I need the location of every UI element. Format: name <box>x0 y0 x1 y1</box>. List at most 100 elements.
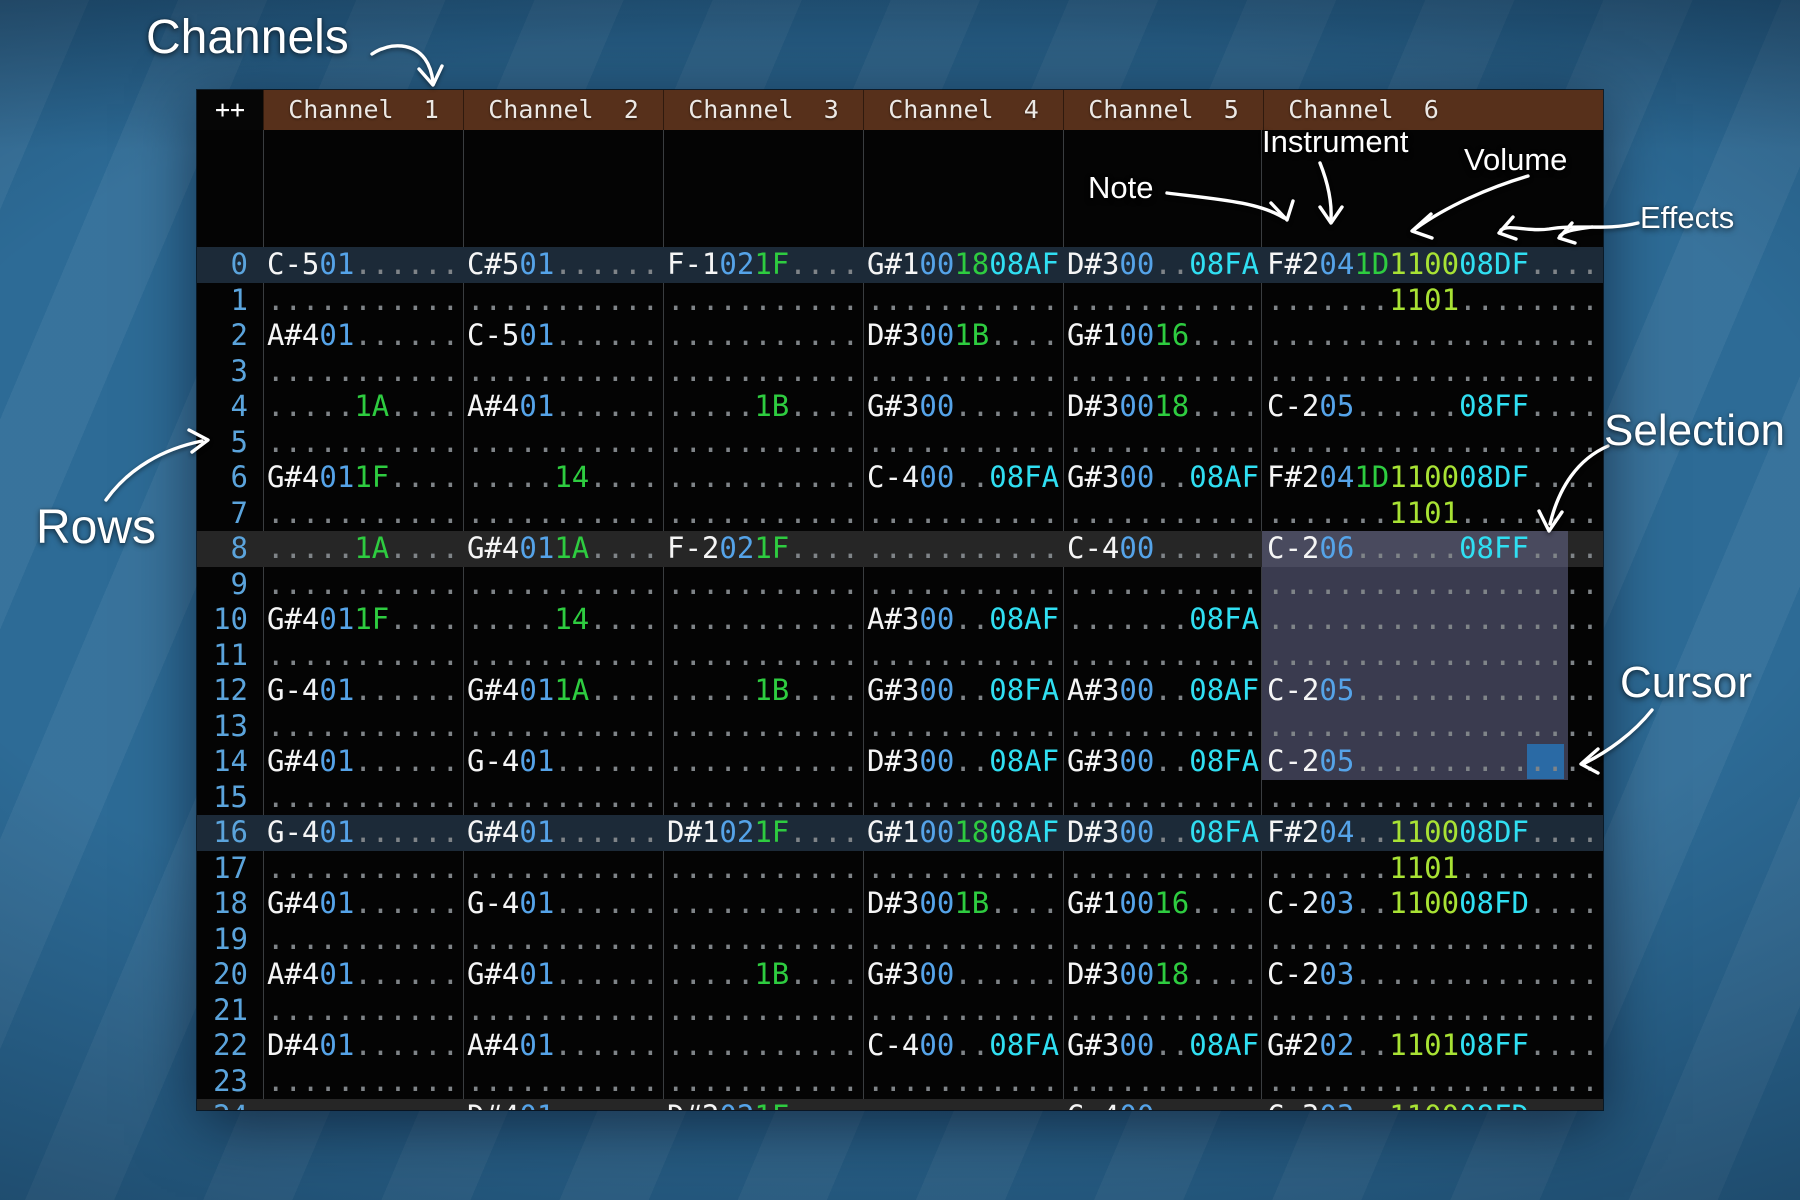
pattern-cell[interactable]: ........... <box>263 354 463 390</box>
pattern-cell[interactable]: D#30018.... <box>1063 957 1263 993</box>
pattern-row[interactable]: 16G-401......G#401......D#1021F....G#100… <box>197 815 1603 851</box>
pattern-cell[interactable]: ................... <box>1263 318 1603 354</box>
pattern-cell[interactable]: .......1101........ <box>1263 283 1603 319</box>
pattern-cell[interactable]: ........... <box>263 780 463 816</box>
pattern-cell[interactable]: D#300..08AF <box>863 744 1063 780</box>
pattern-cell[interactable]: ........... <box>663 354 863 390</box>
pattern-cell[interactable]: ........... <box>1063 922 1263 958</box>
pattern-cell[interactable]: ........... <box>663 993 863 1029</box>
pattern-cell[interactable]: G-401...... <box>463 744 663 780</box>
pattern-cell[interactable]: G#300...... <box>863 957 1063 993</box>
pattern-cell[interactable]: ........... <box>263 851 463 887</box>
pattern-cell[interactable]: ........... <box>663 425 863 461</box>
pattern-cell[interactable]: ........... <box>263 922 463 958</box>
pattern-row[interactable]: 20A#401......G#401...........1B....G#300… <box>197 957 1603 993</box>
pattern-cell[interactable]: G#4011A.... <box>463 673 663 709</box>
pattern-cell[interactable]: C-206......08FF.... <box>1263 531 1603 567</box>
pattern-cell[interactable]: G#202..110108FF.... <box>1263 1028 1603 1064</box>
pattern-cell[interactable]: ........... <box>463 496 663 532</box>
pattern-cell[interactable]: G#401...... <box>463 957 663 993</box>
pattern-cell[interactable]: C#501...... <box>463 247 663 283</box>
pattern-cell[interactable]: ........... <box>463 567 663 603</box>
pattern-cell[interactable]: C-501...... <box>263 247 463 283</box>
pattern-cell[interactable]: G#401...... <box>263 886 463 922</box>
channel-header-1[interactable]: Channel 1 <box>263 90 463 130</box>
pattern-row[interactable]: 8.....1A....G#4011A....F-2021F..........… <box>197 531 1603 567</box>
pattern-cell[interactable]: ........... <box>1063 283 1263 319</box>
pattern-cell[interactable]: A#300..08AF <box>863 602 1063 638</box>
pattern-cell[interactable]: ........... <box>1063 993 1263 1029</box>
pattern-cell[interactable]: ........... <box>1063 425 1263 461</box>
pattern-row[interactable]: 18G#401......G-401.................D#300… <box>197 886 1603 922</box>
pattern-cell[interactable]: D#2021F.... <box>663 1099 863 1110</box>
pattern-cell[interactable]: D#300..08FA <box>1063 815 1263 851</box>
pattern-cell[interactable]: ........... <box>863 993 1063 1029</box>
pattern-cell[interactable]: ........... <box>863 283 1063 319</box>
pattern-row[interactable]: 11......................................… <box>197 638 1603 674</box>
pattern-corner-button[interactable]: ++ <box>197 90 263 130</box>
pattern-cell[interactable]: .....1A.... <box>263 531 463 567</box>
pattern-cell[interactable]: G-401...... <box>263 815 463 851</box>
pattern-cell[interactable]: A#300..08AF <box>1063 673 1263 709</box>
pattern-cell[interactable]: .....1B.... <box>663 673 863 709</box>
pattern-cell[interactable]: ................... <box>1263 354 1603 390</box>
pattern-row[interactable]: 4.....1A....A#401...........1B....G#300.… <box>197 389 1603 425</box>
pattern-cell[interactable]: ........... <box>463 425 663 461</box>
pattern-cell[interactable]: C-203.............. <box>1263 957 1603 993</box>
pattern-row[interactable]: 17......................................… <box>197 851 1603 887</box>
pattern-cell[interactable]: G#10016.... <box>1063 886 1263 922</box>
pattern-row[interactable]: 1.......................................… <box>197 283 1603 319</box>
pattern-cell[interactable]: G#401...... <box>263 744 463 780</box>
pattern-row[interactable]: 2A#401......C-501.................D#3001… <box>197 318 1603 354</box>
pattern-cell[interactable]: ........... <box>463 354 663 390</box>
pattern-cell[interactable]: ........... <box>263 993 463 1029</box>
pattern-row[interactable]: 9.......................................… <box>197 567 1603 603</box>
pattern-cell[interactable]: ........... <box>663 318 863 354</box>
pattern-cell[interactable]: ........... <box>463 283 663 319</box>
pattern-cell[interactable]: G#4011A.... <box>463 531 663 567</box>
pattern-cell[interactable]: ........... <box>663 886 863 922</box>
pattern-cell[interactable]: ........... <box>263 1099 463 1110</box>
pattern-cell[interactable]: ........... <box>463 1064 663 1100</box>
pattern-cell[interactable]: F#2041D110008DF.... <box>1263 460 1603 496</box>
pattern-row[interactable]: 13......................................… <box>197 709 1603 745</box>
pattern-cell[interactable]: ........... <box>863 354 1063 390</box>
pattern-cell[interactable]: A#401...... <box>263 318 463 354</box>
pattern-cell[interactable]: ........... <box>663 851 863 887</box>
pattern-cell[interactable]: G#300..08FA <box>863 673 1063 709</box>
pattern-row[interactable]: 22D#401......A#401.................C-400… <box>197 1028 1603 1064</box>
pattern-cell[interactable]: ................... <box>1263 709 1603 745</box>
pattern-cell[interactable]: ........... <box>1063 354 1263 390</box>
pattern-row[interactable]: 7.......................................… <box>197 496 1603 532</box>
pattern-cell[interactable]: ........... <box>263 709 463 745</box>
pattern-cell[interactable]: ........... <box>463 780 663 816</box>
pattern-cell[interactable]: A#401...... <box>263 957 463 993</box>
pattern-cell[interactable]: D#30018.... <box>1063 389 1263 425</box>
pattern-cell[interactable]: ........... <box>663 1064 863 1100</box>
pattern-cell[interactable]: ........... <box>663 638 863 674</box>
pattern-cell[interactable]: ........... <box>863 531 1063 567</box>
pattern-cell[interactable]: .....14.... <box>463 602 663 638</box>
pattern-cell[interactable]: F-2021F.... <box>663 531 863 567</box>
pattern-cell[interactable]: ................... <box>1263 638 1603 674</box>
pattern-cell[interactable]: .......1101........ <box>1263 851 1603 887</box>
pattern-cell[interactable]: ........... <box>1063 638 1263 674</box>
pattern-cell[interactable]: G#4011F.... <box>263 602 463 638</box>
pattern-cell[interactable]: D#300..08FA <box>1063 247 1263 283</box>
pattern-cell[interactable]: ........... <box>663 567 863 603</box>
pattern-cell[interactable]: ........... <box>263 425 463 461</box>
pattern-cell[interactable]: ........... <box>463 709 663 745</box>
pattern-cell[interactable]: ........... <box>1063 709 1263 745</box>
pattern-cell[interactable]: ........... <box>1063 496 1263 532</box>
pattern-cell[interactable]: ........... <box>663 780 863 816</box>
pattern-cell[interactable]: ................... <box>1263 922 1603 958</box>
pattern-cell[interactable]: ........... <box>263 1064 463 1100</box>
pattern-cell[interactable]: ........... <box>663 283 863 319</box>
pattern-cell[interactable]: ........... <box>263 567 463 603</box>
pattern-cell[interactable]: .....1B.... <box>663 957 863 993</box>
pattern-cell[interactable]: .......08FA <box>1063 602 1263 638</box>
pattern-body[interactable]: 0C-501......C#501......F-1021F....G#1001… <box>197 130 1603 1110</box>
pattern-cell[interactable]: C-400...... <box>1063 531 1263 567</box>
pattern-row[interactable]: 6G#4011F.........14...............C-400.… <box>197 460 1603 496</box>
pattern-row[interactable]: 15......................................… <box>197 780 1603 816</box>
